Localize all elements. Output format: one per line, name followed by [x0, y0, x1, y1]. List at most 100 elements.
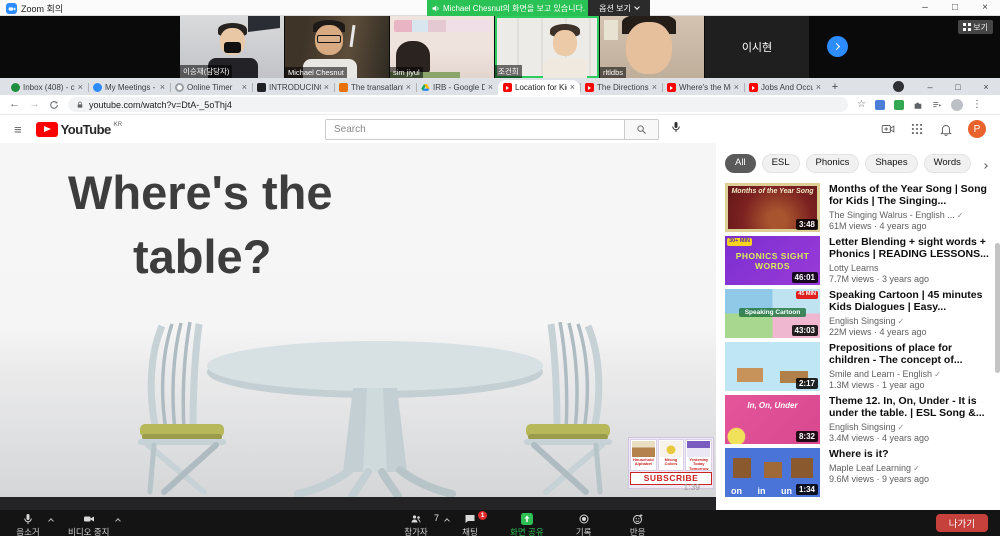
- filter-chips: All ESL Phonics Shapes Words: [725, 154, 987, 173]
- video-recommendation[interactable]: on in un 1:34 Where is it? Maple Leaf Le…: [725, 448, 995, 497]
- notifications-bell-icon[interactable]: [939, 122, 953, 136]
- extension-icon[interactable]: [894, 100, 904, 110]
- video-thumbnail[interactable]: In, On, Under 8:32: [725, 395, 820, 444]
- tab-close-icon[interactable]: ×: [78, 83, 83, 92]
- chat-button[interactable]: 1 채팅: [456, 510, 484, 536]
- tab-close-icon[interactable]: ×: [652, 83, 657, 92]
- share-screen-button[interactable]: 화면 공유: [510, 510, 544, 536]
- subscribe-endcard[interactable]: Household Alphabet Mixing Colors Yesterd…: [628, 437, 714, 489]
- youtube-logo[interactable]: YouTube KR: [36, 121, 123, 138]
- apps-grid-icon[interactable]: [910, 122, 924, 136]
- channel-name: English Singsing✓: [829, 316, 993, 326]
- tab-close-icon[interactable]: ×: [160, 83, 165, 92]
- minimize-button[interactable]: –: [916, 82, 944, 92]
- duration-badge: 8:32: [796, 431, 818, 442]
- browser-tab[interactable]: INTRODUCING CU×: [252, 80, 334, 95]
- create-video-icon[interactable]: [881, 122, 895, 136]
- filter-chip[interactable]: Shapes: [865, 154, 917, 173]
- chips-scroll-right-icon[interactable]: [983, 155, 987, 173]
- hamburger-menu-icon[interactable]: ≡: [14, 122, 22, 137]
- search-button[interactable]: [625, 119, 659, 140]
- bookmark-star-icon[interactable]: ☆: [857, 99, 866, 110]
- video-title: Where is it?: [829, 448, 993, 460]
- browser-tab[interactable]: The Directions Son×: [580, 80, 662, 95]
- browser-tab[interactable]: Inbox (408) - chesn×: [6, 80, 88, 95]
- browser-tab[interactable]: The transatlantic×: [334, 80, 416, 95]
- mute-button[interactable]: 음소거: [14, 510, 42, 536]
- participants-count: 7: [434, 513, 439, 523]
- chevron-up-icon[interactable]: [116, 518, 122, 524]
- filter-chip-all[interactable]: All: [725, 154, 756, 173]
- playlist-icon[interactable]: [932, 100, 942, 110]
- tab-close-icon[interactable]: ×: [570, 83, 575, 92]
- browser-tab[interactable]: Online Timer×: [170, 80, 252, 95]
- video-thumbnail[interactable]: Months of the Year Song 3:48: [725, 183, 820, 232]
- tab-close-icon[interactable]: ×: [324, 83, 329, 92]
- endcard-video-card[interactable]: Mixing Colors: [658, 439, 685, 471]
- maximize-button[interactable]: □: [940, 0, 970, 16]
- video-recommendation[interactable]: 30+ MIN PHONICS SIGHT WORDS 46:01 Letter…: [725, 236, 995, 285]
- chevron-up-icon[interactable]: [48, 518, 54, 524]
- browser-profile-avatar[interactable]: [951, 99, 963, 111]
- view-mode-button[interactable]: 보기: [958, 20, 993, 34]
- forward-button[interactable]: →: [29, 99, 40, 110]
- video-recommendation[interactable]: Months of the Year Song 3:48 Months of t…: [725, 183, 995, 232]
- new-tab-button[interactable]: +: [826, 80, 844, 95]
- reactions-button[interactable]: 반응: [624, 510, 652, 536]
- chevron-up-icon[interactable]: [444, 518, 450, 524]
- page-scrollbar[interactable]: [995, 243, 1000, 373]
- minimize-button[interactable]: –: [910, 0, 940, 16]
- browser-tab-active[interactable]: Location for Kids -×: [498, 80, 580, 95]
- next-participants-button[interactable]: [827, 36, 848, 57]
- video-thumbnail[interactable]: 2:17: [725, 342, 820, 391]
- video-recommendation[interactable]: 45 MIN Speaking Cartoon 43:03 Speaking C…: [725, 289, 995, 338]
- video-thumbnail[interactable]: 30+ MIN PHONICS SIGHT WORDS 46:01: [725, 236, 820, 285]
- participant-tile-camera-off: 이시현: [705, 16, 809, 78]
- search-input[interactable]: [325, 119, 625, 140]
- browser-tab[interactable]: IRB - Google Driv×: [416, 80, 498, 95]
- tab-close-icon[interactable]: ×: [242, 83, 247, 92]
- voice-search-mic-icon[interactable]: [670, 120, 682, 138]
- stop-video-button[interactable]: 비디오 중지: [68, 510, 109, 536]
- journal-favicon-icon: [339, 83, 348, 92]
- reload-button[interactable]: [49, 100, 59, 110]
- filter-chip[interactable]: Phonics: [806, 154, 860, 173]
- endcard-video-card[interactable]: Household Alphabet: [630, 439, 657, 471]
- endcard-video-card[interactable]: Yesterday Today Tomorrow: [685, 439, 712, 471]
- recommendations-sidebar: All ESL Phonics Shapes Words Months of t…: [725, 143, 995, 510]
- view-options-button[interactable]: 옵션 보기: [588, 0, 650, 16]
- video-recommendation[interactable]: 2:17 Prepositions of place for children …: [725, 342, 995, 391]
- tab-close-icon[interactable]: ×: [406, 83, 411, 92]
- close-button[interactable]: ×: [972, 82, 1000, 92]
- video-thumbnail[interactable]: 45 MIN Speaking Cartoon 43:03: [725, 289, 820, 338]
- channel-name: The Singing Walrus - English ...✓: [829, 210, 993, 220]
- participants-button[interactable]: 7 참가자: [402, 510, 430, 536]
- browser-tab[interactable]: My Meetings - Zoo×: [88, 80, 170, 95]
- close-button[interactable]: ×: [970, 0, 1000, 16]
- thumbnail-badge: 45 MIN: [796, 291, 818, 299]
- profile-circle-icon[interactable]: [893, 81, 904, 92]
- leave-button[interactable]: 나가기: [936, 514, 988, 532]
- maximize-button[interactable]: □: [944, 82, 972, 92]
- browser-tab[interactable]: Where's the Monk×: [662, 80, 744, 95]
- omnibox[interactable]: youtube.com/watch?v=DtA-_5oThj4: [68, 97, 848, 112]
- video-thumbnail[interactable]: on in un 1:34: [725, 448, 820, 497]
- filter-chip[interactable]: ESL: [762, 154, 800, 173]
- extensions-puzzle-icon[interactable]: [913, 100, 923, 110]
- youtube-header: ≡ YouTube KR P: [0, 115, 1000, 143]
- video-recommendation[interactable]: In, On, Under 8:32 Theme 12. In, On, Und…: [725, 395, 995, 444]
- tab-close-icon[interactable]: ×: [734, 83, 739, 92]
- filter-chip[interactable]: Words: [924, 154, 971, 173]
- tab-close-icon[interactable]: ×: [816, 83, 821, 92]
- video-player[interactable]: Where's the table?: [0, 143, 716, 510]
- tab-close-icon[interactable]: ×: [488, 83, 493, 92]
- back-button[interactable]: ←: [9, 99, 20, 110]
- slide-title-line1: Where's the: [68, 169, 333, 216]
- browser-tab[interactable]: Jobs And Occupati×: [744, 80, 826, 95]
- extension-icon[interactable]: [875, 100, 885, 110]
- user-avatar[interactable]: P: [968, 120, 986, 138]
- record-button[interactable]: 기록: [570, 510, 598, 536]
- banner-text: Michael Chesnut의 화면을 보고 있습니다.: [443, 3, 585, 14]
- browser-menu-icon[interactable]: ⋮: [972, 99, 982, 110]
- zoom-favicon-icon: [93, 83, 102, 92]
